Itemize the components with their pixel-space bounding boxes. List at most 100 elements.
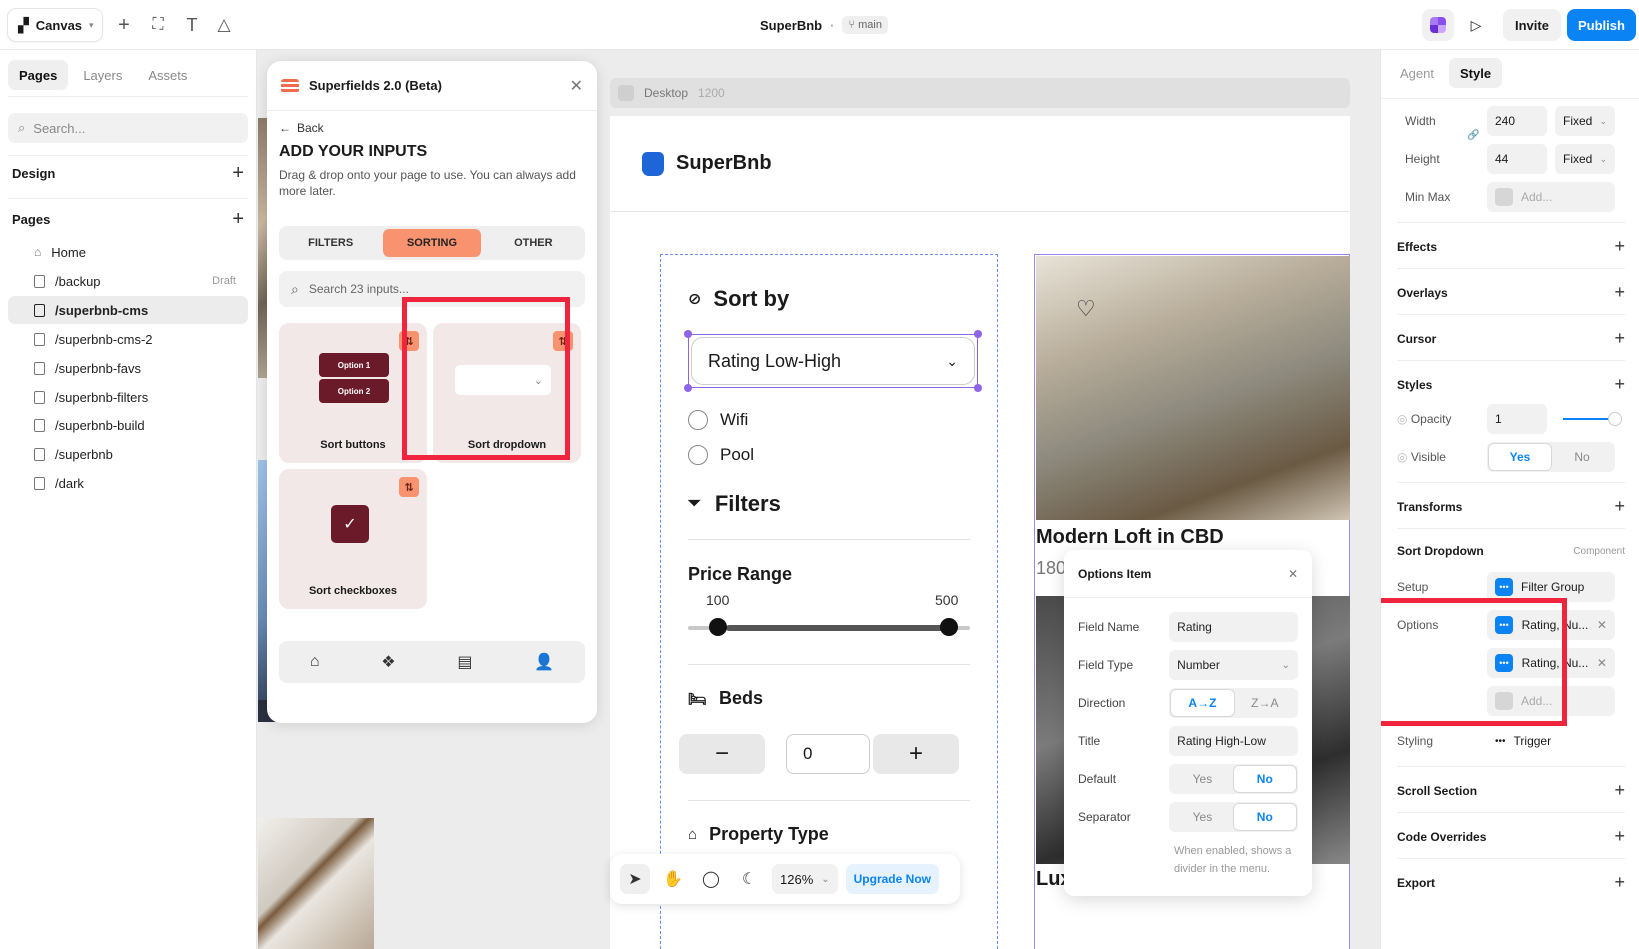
remove-icon[interactable]: ✕ (1597, 618, 1607, 632)
invite-button[interactable]: Invite (1503, 9, 1561, 41)
insert-icon[interactable]: + (112, 13, 136, 37)
width-input[interactable]: 240 (1487, 106, 1547, 136)
width-mode-select[interactable]: Fixed ⌄ (1555, 106, 1615, 136)
comment-tool-icon[interactable]: ◯ (696, 864, 726, 894)
components-icon[interactable]: ❖ (381, 652, 395, 672)
code-overrides-section[interactable]: Code Overrides + (1397, 826, 1625, 847)
user-icon[interactable]: 👤 (534, 652, 554, 672)
page-item-superbnb-cms-2[interactable]: /superbnb-cms-2 (8, 325, 248, 353)
branch-badge[interactable]: ⑂ main (842, 16, 888, 34)
page-item-superbnb[interactable]: /superbnb (8, 440, 248, 468)
app-menu-button[interactable]: ▞ Canvas ▾ (8, 9, 102, 41)
plugins-button[interactable] (1422, 9, 1454, 41)
resize-handle[interactable] (974, 384, 982, 392)
option-pool[interactable]: Pool (688, 445, 754, 465)
beds-increment-button[interactable]: + (873, 734, 959, 774)
resize-handle[interactable] (974, 330, 982, 338)
sort-dropdown[interactable]: Rating Low-High ⌄ (684, 330, 982, 392)
text-icon[interactable]: T (180, 13, 204, 37)
pages-section[interactable]: Pages + (12, 208, 244, 231)
add-export-icon[interactable]: + (1614, 872, 1625, 893)
separator-no-option[interactable]: No (1233, 804, 1296, 830)
option-wifi[interactable]: Wifi (688, 410, 748, 430)
design-section[interactable]: Design + (12, 162, 244, 185)
height-input[interactable]: 44 (1487, 144, 1547, 174)
add-scroll-icon[interactable]: + (1614, 780, 1625, 801)
overlays-section[interactable]: Overlays + (1397, 282, 1625, 303)
tab-sorting[interactable]: SORTING (383, 229, 481, 257)
frame-icon[interactable]: ⛶ (146, 13, 170, 37)
add-style-icon[interactable]: + (1614, 374, 1625, 395)
transforms-section[interactable]: Transforms + (1397, 496, 1625, 517)
remove-icon[interactable]: ✕ (1597, 656, 1607, 670)
cursor-tool-icon[interactable]: ➤ (620, 864, 650, 894)
minmax-add-button[interactable]: Add... (1487, 182, 1615, 212)
tab-other[interactable]: OTHER (485, 229, 582, 257)
export-section[interactable]: Export + (1397, 872, 1625, 893)
add-override-icon[interactable]: + (1614, 826, 1625, 847)
tab-assets[interactable]: Assets (137, 60, 198, 90)
effects-section[interactable]: Effects + (1397, 236, 1625, 257)
preview-button[interactable]: ▷ (1460, 9, 1492, 41)
title-input[interactable]: Rating High-Low (1169, 726, 1298, 756)
tab-pages[interactable]: Pages (8, 60, 69, 90)
visible-no-option[interactable]: No (1551, 444, 1613, 470)
add-cursor-icon[interactable]: + (1614, 328, 1625, 349)
zoom-select[interactable]: 126% ⌄ (772, 864, 838, 894)
close-icon[interactable]: ✕ (570, 76, 583, 96)
tab-style[interactable]: Style (1448, 58, 1503, 88)
close-icon[interactable]: ✕ (1288, 567, 1298, 581)
add-overlay-icon[interactable]: + (1614, 282, 1625, 303)
page-search-input[interactable]: ⌕ Search... (8, 113, 248, 143)
link-icon[interactable]: 🔗 (1467, 130, 1479, 141)
sort-checkboxes-card[interactable]: ⇅ ✓ Sort checkboxes (279, 469, 427, 609)
scroll-section[interactable]: Scroll Section + (1397, 780, 1625, 801)
styling-value-button[interactable]: ••• Trigger (1487, 726, 1615, 756)
back-button[interactable]: ← Back (279, 121, 324, 135)
add-transform-icon[interactable]: + (1614, 496, 1625, 517)
opacity-input[interactable]: 1 (1487, 404, 1547, 434)
dark-mode-icon[interactable]: ☾ (734, 864, 764, 894)
canvas-frame-image[interactable] (258, 818, 374, 949)
resize-handle[interactable] (684, 384, 692, 392)
play-icon[interactable] (618, 85, 634, 101)
separator-yes-option[interactable]: Yes (1171, 804, 1233, 830)
project-title[interactable]: SuperBnb · ⑂ main (760, 16, 888, 34)
tab-layers[interactable]: Layers (72, 60, 133, 90)
price-slider-max-handle[interactable] (940, 618, 958, 636)
page-item-superbnb-filters[interactable]: /superbnb-filters (8, 383, 248, 411)
heart-icon[interactable]: ♡ (1076, 296, 1096, 322)
price-slider-min-handle[interactable] (709, 618, 727, 636)
beds-decrement-button[interactable]: − (679, 734, 765, 774)
cursor-section[interactable]: Cursor + (1397, 328, 1625, 349)
publish-button[interactable]: Publish (1567, 9, 1636, 41)
resize-handle[interactable] (684, 330, 692, 338)
visible-yes-option[interactable]: Yes (1489, 444, 1551, 470)
page-item-superbnb-favs[interactable]: /superbnb-favs (8, 354, 248, 382)
document-icon[interactable]: ▤ (457, 652, 472, 672)
default-yes-option[interactable]: Yes (1171, 766, 1233, 792)
add-design-icon[interactable]: + (232, 162, 244, 185)
add-effect-icon[interactable]: + (1614, 236, 1625, 257)
field-name-input[interactable]: Rating (1169, 612, 1298, 642)
direction-asc-option[interactable]: A→Z (1171, 690, 1234, 716)
opacity-slider-handle[interactable] (1609, 413, 1621, 425)
direction-desc-option[interactable]: Z→A (1234, 690, 1296, 716)
default-no-option[interactable]: No (1233, 766, 1296, 792)
page-item-home[interactable]: ⌂ Home (8, 238, 248, 266)
page-item-superbnb-build[interactable]: /superbnb-build (8, 411, 248, 439)
hand-tool-icon[interactable]: ✋ (658, 864, 688, 894)
opacity-slider[interactable] (1563, 413, 1621, 425)
beds-input[interactable]: 0 (786, 734, 870, 774)
height-mode-select[interactable]: Fixed ⌄ (1555, 144, 1615, 174)
home-icon[interactable]: ⌂ (310, 653, 320, 671)
styles-section[interactable]: Styles + (1397, 374, 1625, 395)
add-page-icon[interactable]: + (232, 208, 244, 231)
sort-dropdown-trigger[interactable]: Rating Low-High ⌄ (691, 337, 975, 385)
upgrade-button[interactable]: Upgrade Now (845, 864, 939, 894)
shape-icon[interactable]: △ (212, 13, 236, 37)
page-item-dark[interactable]: /dark (8, 469, 248, 497)
tab-agent[interactable]: Agent (1389, 58, 1445, 88)
field-type-select[interactable]: Number ⌄ (1169, 650, 1298, 680)
page-item-backup[interactable]: /backup Draft (8, 267, 248, 295)
